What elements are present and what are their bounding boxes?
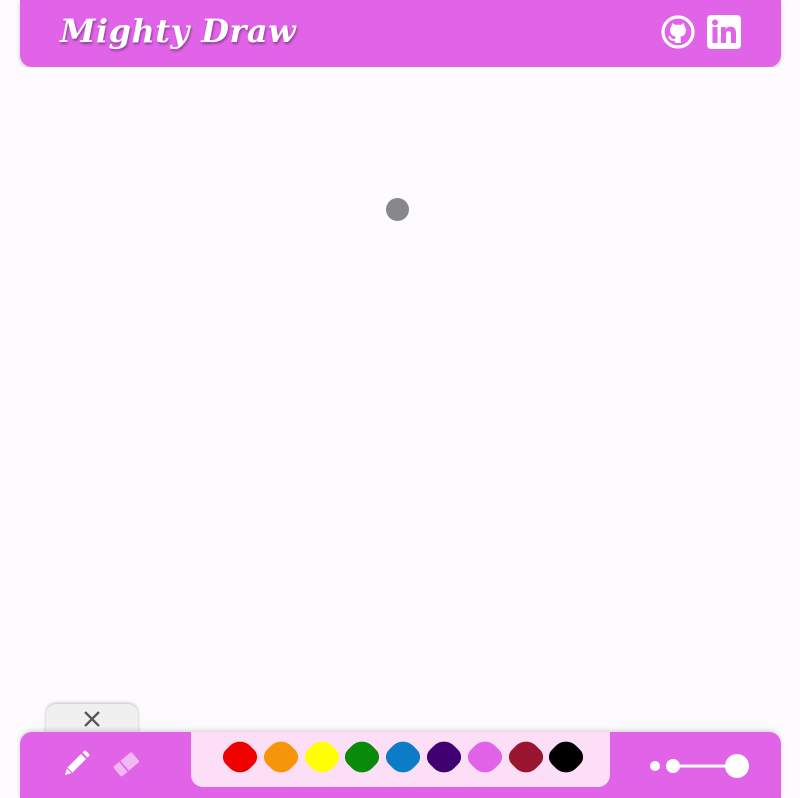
color-palette (191, 732, 610, 787)
brush-size-slider[interactable] (648, 750, 753, 782)
pencil-tool-button[interactable] (60, 748, 92, 780)
brush-cursor (386, 198, 409, 221)
color-swatch[interactable] (545, 735, 588, 779)
github-link[interactable] (660, 14, 696, 50)
close-icon (84, 711, 100, 727)
eraser-tool-button[interactable] (110, 748, 142, 780)
linkedin-link[interactable] (706, 14, 742, 50)
color-swatch[interactable] (381, 735, 425, 779)
color-swatch[interactable] (422, 735, 466, 779)
color-swatch[interactable] (504, 735, 547, 779)
bottom-toolbar (20, 732, 781, 798)
close-toolbar-tab[interactable] (46, 704, 138, 734)
drawing-canvas[interactable] (0, 67, 800, 732)
github-icon (661, 15, 695, 49)
app-title: Mighty Draw (60, 12, 297, 50)
color-swatch[interactable] (463, 735, 507, 779)
eraser-icon (113, 752, 139, 777)
color-swatch[interactable] (259, 735, 303, 779)
brush-size-slider-icon (650, 754, 749, 778)
linkedin-icon (707, 15, 741, 49)
color-swatch[interactable] (300, 735, 343, 779)
pencil-icon (65, 750, 90, 775)
color-swatch[interactable] (218, 735, 262, 779)
app-header: Mighty Draw (20, 0, 781, 67)
color-swatch[interactable] (341, 735, 384, 779)
